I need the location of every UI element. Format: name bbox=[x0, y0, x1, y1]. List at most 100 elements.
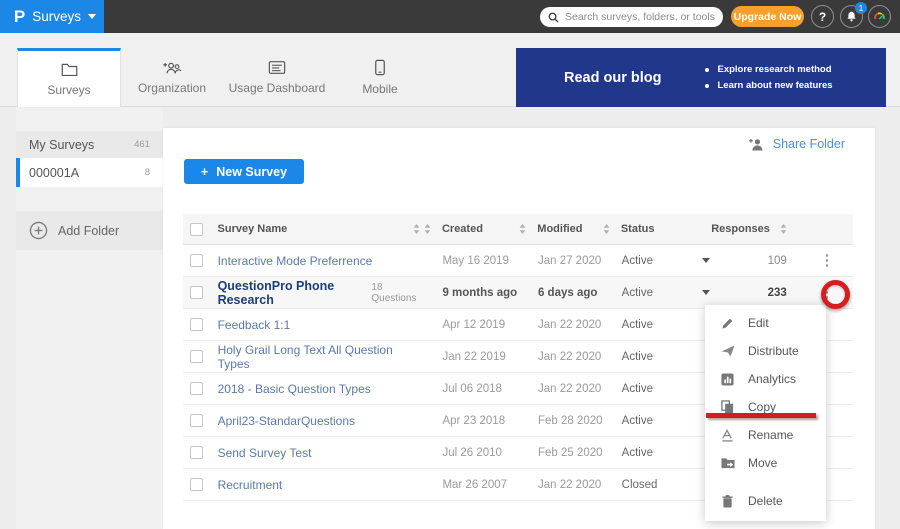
header-created[interactable]: Created bbox=[442, 223, 483, 235]
survey-name-link[interactable]: Send Survey Test bbox=[218, 446, 312, 460]
notifications-button[interactable]: 1 bbox=[840, 5, 863, 28]
select-all-checkbox[interactable] bbox=[190, 223, 203, 236]
sidebar-item-my-surveys[interactable]: My Surveys 461 bbox=[16, 131, 163, 158]
sort-icon[interactable] bbox=[603, 224, 610, 234]
row-checkbox[interactable] bbox=[190, 478, 203, 491]
status-value: Active bbox=[622, 287, 653, 299]
status-value: Active bbox=[622, 351, 653, 363]
plus-circle-icon bbox=[29, 221, 48, 240]
move-folder-icon bbox=[720, 457, 735, 469]
new-survey-button[interactable]: + New Survey bbox=[184, 159, 304, 184]
add-folder-label: Add Folder bbox=[58, 224, 119, 238]
table-header-row: Survey Name Created Modified bbox=[183, 214, 853, 245]
product-switcher[interactable]: P Surveys bbox=[0, 0, 104, 33]
survey-name-link[interactable]: Holy Grail Long Text All Question Types bbox=[218, 343, 421, 371]
usage-meter-button[interactable] bbox=[868, 5, 891, 28]
plus-icon: + bbox=[201, 165, 208, 179]
status-dropdown-caret[interactable] bbox=[702, 290, 710, 295]
survey-name-link[interactable]: QuestionPro Phone Research bbox=[218, 279, 365, 307]
pencil-icon bbox=[720, 317, 735, 330]
question-mark-icon: ? bbox=[819, 10, 826, 24]
status-dropdown-caret[interactable] bbox=[702, 258, 710, 263]
header-status[interactable]: Status bbox=[621, 223, 655, 235]
menu-item-label: Delete bbox=[748, 494, 783, 508]
tab-organization[interactable]: Organization bbox=[121, 48, 223, 107]
phone-icon bbox=[374, 59, 386, 76]
row-menu-button[interactable] bbox=[822, 250, 833, 271]
row-checkbox[interactable] bbox=[190, 350, 203, 363]
header-survey-name[interactable]: Survey Name bbox=[218, 223, 288, 235]
responses-count[interactable]: 109 bbox=[768, 255, 787, 267]
responses-count[interactable]: 233 bbox=[768, 287, 787, 299]
main-nav-tabs: Surveys Organization Usage Dashboard bbox=[0, 33, 900, 107]
rename-icon bbox=[720, 429, 735, 442]
sort-icon[interactable] bbox=[780, 224, 787, 234]
add-folder-button[interactable]: Add Folder bbox=[16, 211, 163, 250]
folder-count: 461 bbox=[134, 139, 150, 150]
bullet-text: Learn about new features bbox=[717, 80, 832, 91]
created-date: 9 months ago bbox=[442, 287, 517, 299]
trash-icon bbox=[720, 495, 735, 508]
questionpro-logo: P bbox=[14, 8, 25, 25]
table-row: Interactive Mode Preferrence May 16 2019… bbox=[183, 245, 853, 277]
menu-item-analytics[interactable]: Analytics bbox=[705, 365, 826, 393]
share-folder-link[interactable]: Share Folder bbox=[748, 137, 845, 151]
menu-item-label: Move bbox=[748, 456, 777, 470]
survey-name-link[interactable]: April23-StandarQuestions bbox=[218, 414, 355, 428]
row-context-menu: Edit Distribute Analytics Copy Rename bbox=[705, 305, 826, 521]
created-date: Mar 26 2007 bbox=[442, 479, 507, 491]
row-checkbox[interactable] bbox=[190, 414, 203, 427]
tab-surveys[interactable]: Surveys bbox=[17, 48, 121, 107]
bullet-dot bbox=[705, 68, 709, 72]
header-responses[interactable]: Responses bbox=[711, 223, 770, 235]
modified-date: Jan 27 2020 bbox=[538, 255, 601, 267]
sort-icon[interactable] bbox=[424, 224, 431, 234]
menu-item-label: Distribute bbox=[748, 344, 799, 358]
folder-count: 8 bbox=[145, 167, 150, 178]
tab-label: Mobile bbox=[362, 82, 397, 96]
global-search[interactable] bbox=[540, 7, 723, 27]
menu-item-move[interactable]: Move bbox=[705, 449, 826, 477]
menu-item-edit[interactable]: Edit bbox=[705, 309, 826, 337]
menu-item-copy[interactable]: Copy bbox=[705, 393, 826, 421]
person-add-icon bbox=[748, 138, 765, 151]
bullet-text: Explore research method bbox=[717, 64, 831, 75]
blog-bullet: Learn about new features bbox=[705, 80, 832, 91]
search-input[interactable] bbox=[565, 11, 715, 23]
created-date: Apr 12 2019 bbox=[442, 319, 505, 331]
row-checkbox[interactable] bbox=[190, 286, 203, 299]
tab-mobile[interactable]: Mobile bbox=[331, 48, 429, 107]
survey-name-link[interactable]: Interactive Mode Preferrence bbox=[218, 254, 373, 268]
blog-bullet: Explore research method bbox=[705, 64, 832, 75]
sidebar-item-000001A-selected[interactable]: 000001A 8 bbox=[16, 158, 163, 187]
row-menu-button-active[interactable] bbox=[822, 282, 833, 303]
bullet-dot bbox=[705, 84, 709, 88]
row-checkbox[interactable] bbox=[190, 382, 203, 395]
tab-usage-dashboard[interactable]: Usage Dashboard bbox=[223, 48, 331, 107]
sort-icon[interactable] bbox=[519, 224, 526, 234]
sort-icon[interactable] bbox=[413, 224, 420, 234]
header-modified[interactable]: Modified bbox=[537, 223, 582, 235]
blog-banner-title: Read our blog bbox=[564, 70, 661, 86]
created-date: May 16 2019 bbox=[442, 255, 509, 267]
survey-name-link[interactable]: 2018 - Basic Question Types bbox=[218, 382, 371, 396]
status-value: Active bbox=[622, 415, 653, 427]
menu-item-distribute[interactable]: Distribute bbox=[705, 337, 826, 365]
modified-date: 6 days ago bbox=[538, 287, 597, 299]
menu-item-delete[interactable]: Delete bbox=[705, 487, 826, 515]
survey-name-link[interactable]: Feedback 1:1 bbox=[218, 318, 291, 332]
chevron-down-icon bbox=[88, 14, 96, 19]
survey-name-link[interactable]: Recruitment bbox=[218, 478, 283, 492]
modified-date: Jan 22 2020 bbox=[538, 383, 601, 395]
help-button[interactable]: ? bbox=[811, 5, 834, 28]
status-value: Active bbox=[622, 447, 653, 459]
row-checkbox[interactable] bbox=[190, 446, 203, 459]
row-checkbox[interactable] bbox=[190, 318, 203, 331]
blog-banner[interactable]: Read our blog Explore research method Le… bbox=[516, 48, 886, 107]
paper-plane-icon bbox=[720, 345, 735, 357]
created-date: Jan 22 2019 bbox=[442, 351, 505, 363]
menu-item-rename[interactable]: Rename bbox=[705, 421, 826, 449]
row-checkbox[interactable] bbox=[190, 254, 203, 267]
notification-badge: 1 bbox=[855, 2, 867, 14]
upgrade-now-button[interactable]: Upgrade Now bbox=[731, 6, 804, 27]
